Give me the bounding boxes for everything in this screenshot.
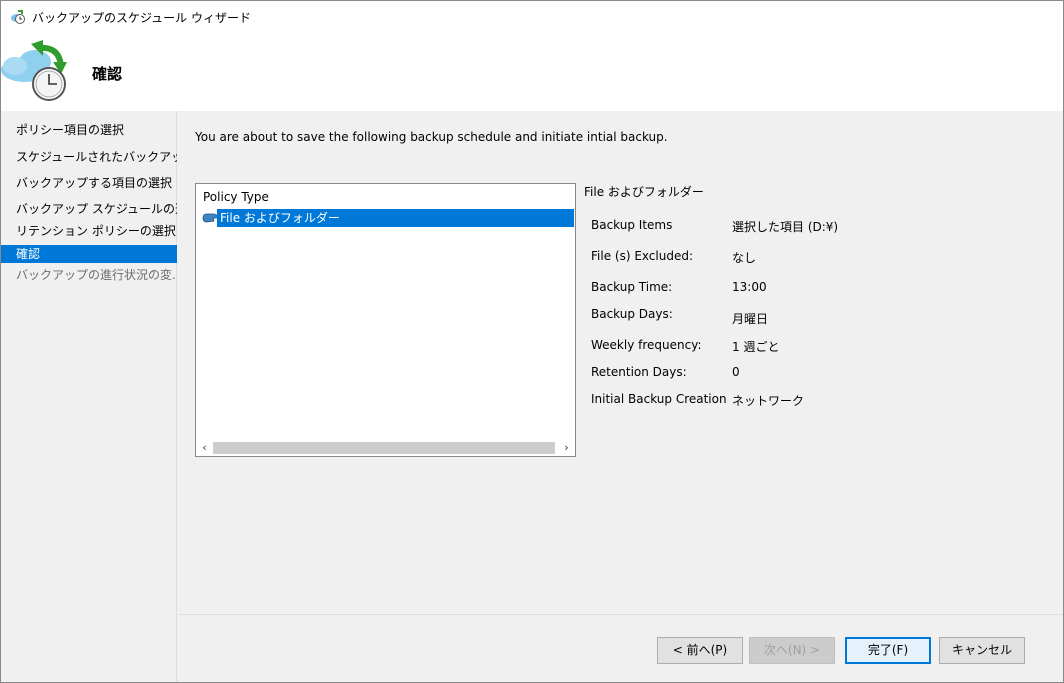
horizontal-scrollbar[interactable]: ‹ ›	[196, 439, 575, 456]
details-title: File およびフォルダー	[584, 185, 704, 199]
nav-step-backup-progress: バックアップの進行状況の変...	[16, 268, 177, 282]
scroll-right-icon[interactable]: ›	[558, 439, 575, 456]
detail-value-backup-days: 月曜日	[732, 312, 769, 326]
detail-label-backup-days: Backup Days:	[591, 307, 673, 321]
backup-app-icon	[11, 10, 25, 24]
window-title: バックアップのスケジュール ウィザード	[32, 11, 251, 25]
wizard-header: 確認	[1, 32, 1063, 111]
list-item[interactable]: File およびフォルダー	[200, 209, 574, 227]
nav-step-select-backup-schedule[interactable]: バックアップ スケジュールの選...	[1, 200, 177, 218]
detail-value-files-excluded: なし	[732, 251, 757, 265]
nav-step-confirm[interactable]: 確認	[1, 245, 177, 263]
policy-type-list[interactable]: Policy Type File およびフォルダー ‹ ›	[195, 183, 576, 457]
list-header: Policy Type	[203, 190, 269, 204]
nav-step-retention-policy[interactable]: リテンション ポリシーの選択 (...	[1, 222, 177, 240]
nav-step-select-backup-items[interactable]: バックアップする項目の選択	[1, 174, 177, 192]
detail-value-backup-items: 選択した項目 (D:¥)	[732, 220, 839, 234]
page-title: 確認	[92, 65, 123, 83]
finish-button[interactable]: 完了(F)	[845, 637, 931, 664]
list-item-label: File およびフォルダー	[217, 209, 574, 227]
nav-step-scheduled-backup[interactable]: スケジュールされたバックアップ...	[1, 148, 177, 166]
detail-label-backup-time: Backup Time:	[591, 280, 673, 294]
back-button[interactable]: < 前へ(P)	[657, 637, 743, 664]
cancel-button[interactable]: キャンセル	[939, 637, 1025, 664]
detail-value-retention-days: 0	[732, 365, 740, 379]
detail-label-weekly-frequency: Weekly frequency:	[591, 338, 702, 352]
detail-label-files-excluded: File (s) Excluded:	[591, 249, 693, 263]
intro-text: You are about to save the following back…	[195, 130, 668, 144]
main-content: You are about to save the following back…	[178, 111, 1063, 614]
scroll-left-icon[interactable]: ‹	[196, 439, 213, 456]
detail-label-initial-backup-creation: Initial Backup Creation	[591, 392, 727, 406]
detail-value-initial-backup-creation: ネットワーク	[732, 394, 805, 408]
backup-schedule-icon	[1, 40, 67, 101]
nav-step-select-policy-items[interactable]: ポリシー項目の選択	[1, 121, 177, 139]
next-button: 次へ(N) >	[749, 637, 835, 664]
detail-value-backup-time: 13:00	[732, 280, 767, 294]
scroll-thumb[interactable]	[213, 442, 555, 454]
detail-value-weekly-frequency: 1 週ごと	[732, 340, 780, 354]
detail-label-backup-items: Backup Items	[591, 218, 673, 232]
title-bar: バックアップのスケジュール ウィザード	[1, 1, 1063, 32]
wizard-footer: < 前へ(P) 次へ(N) > 完了(F) キャンセル	[178, 614, 1063, 682]
detail-label-retention-days: Retention Days:	[591, 365, 687, 379]
wizard-steps-nav: ポリシー項目の選択 スケジュールされたバックアップ... バックアップする項目の…	[1, 111, 177, 682]
wizard-window: バックアップのスケジュール ウィザード 確認 ポリシー項目の選択 スケジュールさ…	[0, 0, 1064, 683]
